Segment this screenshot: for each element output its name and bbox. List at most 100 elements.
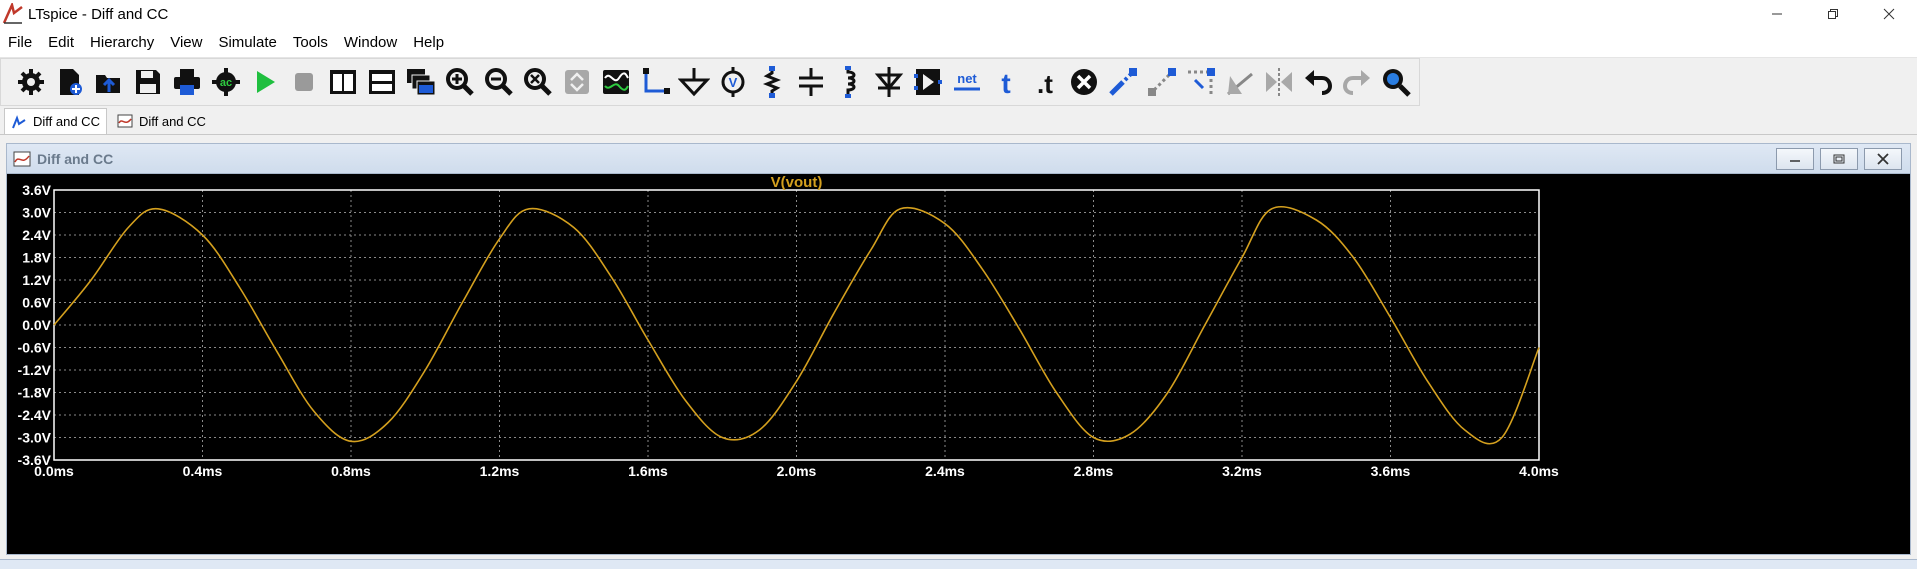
settings-button[interactable] — [11, 62, 50, 102]
voltage-source-button[interactable]: V — [713, 62, 752, 102]
save-icon — [135, 70, 160, 94]
spice-directive-icon: .t — [1037, 69, 1053, 98]
gear-icon — [17, 69, 44, 95]
restore-button[interactable] — [1805, 0, 1861, 28]
zoom-in-button[interactable] — [440, 62, 479, 102]
cascade-button[interactable] — [401, 62, 440, 102]
plot-restore-button[interactable] — [1820, 148, 1858, 170]
duplicate-button[interactable] — [1103, 62, 1142, 102]
plot-window: Diff and CC 0.0ms 0.4ms 0.8ms 1.2ms 1.6ms 2.0… — [6, 143, 1911, 555]
rotate-button[interactable] — [1220, 62, 1259, 102]
minimize-button[interactable] — [1749, 0, 1805, 28]
y-tick-label: 1.8V — [22, 250, 51, 266]
menu-view[interactable]: View — [162, 28, 210, 58]
zoom-full-button[interactable] — [557, 62, 596, 102]
mirror-button[interactable] — [1259, 62, 1298, 102]
tab-schematic[interactable]: Diff and CC — [4, 108, 107, 134]
ground-button[interactable] — [674, 62, 713, 102]
tile-horizontal-button[interactable] — [362, 62, 401, 102]
y-tick-label: 1.2V — [22, 272, 51, 288]
net-label-icon: net — [953, 71, 980, 91]
halt-button[interactable] — [284, 62, 323, 102]
x-tick-label: 0.8ms — [331, 463, 371, 479]
delete-button[interactable] — [1064, 62, 1103, 102]
component-button[interactable] — [908, 62, 947, 102]
diode-button[interactable] — [869, 62, 908, 102]
inductor-button[interactable] — [830, 62, 869, 102]
open-icon — [95, 75, 120, 93]
svg-text:V: V — [728, 75, 737, 90]
zoom-fit-button[interactable] — [518, 62, 557, 102]
y-tick-label: -1.2V — [18, 362, 52, 378]
plot-window-title: Diff and CC — [37, 150, 114, 167]
redo-icon — [1342, 70, 1370, 95]
y-tick-label: -3.0V — [18, 430, 52, 446]
diode-icon — [874, 67, 903, 97]
x-tick-label: 2.4ms — [925, 463, 965, 479]
menu-hierarchy[interactable]: Hierarchy — [82, 28, 162, 58]
spice-directive-button[interactable]: .t — [1025, 62, 1064, 102]
plot-minimize-button[interactable] — [1776, 148, 1814, 170]
x-tick-label: 4.0ms — [1519, 463, 1559, 479]
plot-close-button[interactable] — [1864, 148, 1902, 170]
ac-analysis-icon: ac — [211, 68, 240, 96]
print-icon — [173, 69, 200, 95]
tile-horizontal-icon — [368, 70, 395, 94]
menu-bar: File Edit Hierarchy View Simulate Tools … — [0, 28, 1917, 58]
ac-analysis-button[interactable]: ac — [206, 62, 245, 102]
waveform-plot[interactable]: 0.0ms 0.4ms 0.8ms 1.2ms 1.6ms 2.0ms 2.4ms 2.8ms… — [7, 174, 1910, 554]
inductor-icon — [844, 66, 855, 98]
tile-vertical-button[interactable] — [323, 62, 362, 102]
find-button[interactable] — [1376, 62, 1415, 102]
undo-button[interactable] — [1298, 62, 1337, 102]
close-icon — [1883, 8, 1895, 20]
minimize-icon — [1790, 160, 1800, 162]
new-schematic-button[interactable] — [50, 62, 89, 102]
y-tick-label: 0.6V — [22, 295, 51, 311]
zoom-out-button[interactable] — [479, 62, 518, 102]
component-icon — [913, 69, 942, 95]
trace-legend-v-vout[interactable]: V(vout) — [771, 174, 823, 191]
minimize-icon — [1772, 13, 1782, 15]
net-label-button[interactable]: net — [947, 62, 986, 102]
plot-window-titlebar[interactable]: Diff and CC — [7, 144, 1910, 174]
window-title: LTspice - Diff and CC — [28, 5, 169, 23]
run-button[interactable] — [245, 62, 284, 102]
move-button[interactable] — [1142, 62, 1181, 102]
x-tick-label: 3.6ms — [1371, 463, 1411, 479]
plot-area[interactable]: 0.0ms 0.4ms 0.8ms 1.2ms 1.6ms 2.0ms 2.4ms 2.8ms… — [7, 174, 1910, 554]
wire-button[interactable] — [635, 62, 674, 102]
save-button[interactable] — [128, 62, 167, 102]
y-tick-label: -0.6V — [18, 340, 52, 356]
plot-grid — [54, 190, 1539, 460]
redo-button[interactable] — [1337, 62, 1376, 102]
menu-edit[interactable]: Edit — [40, 28, 82, 58]
move-icon — [1147, 68, 1176, 96]
cascade-icon — [406, 69, 435, 96]
duplicate-icon — [1108, 68, 1137, 96]
menu-help[interactable]: Help — [405, 28, 452, 58]
open-button[interactable] — [89, 62, 128, 102]
title-bar: LTspice - Diff and CC — [0, 0, 1917, 28]
schematic-tab-icon — [12, 114, 26, 128]
document-tabs: Diff and CC Diff and CC — [0, 107, 1917, 135]
find-icon — [1382, 69, 1411, 97]
capacitor-button[interactable] — [791, 62, 830, 102]
restore-icon — [1828, 9, 1838, 19]
menu-file[interactable]: File — [0, 28, 40, 58]
close-button[interactable] — [1861, 0, 1917, 28]
tab-waveform[interactable]: Diff and CC — [111, 108, 212, 134]
menu-tools[interactable]: Tools — [285, 28, 336, 58]
x-tick-label: 1.2ms — [480, 463, 520, 479]
menu-window[interactable]: Window — [336, 28, 405, 58]
resistor-button[interactable] — [752, 62, 791, 102]
x-tick-label: 2.0ms — [777, 463, 817, 479]
zoom-in-icon — [445, 68, 474, 96]
halt-icon — [294, 73, 313, 91]
waveform-button[interactable] — [596, 62, 635, 102]
menu-simulate[interactable]: Simulate — [210, 28, 284, 58]
drag-button[interactable] — [1181, 62, 1220, 102]
waveform-tab-icon — [117, 114, 133, 128]
text-button[interactable]: t — [986, 62, 1025, 102]
print-button[interactable] — [167, 62, 206, 102]
